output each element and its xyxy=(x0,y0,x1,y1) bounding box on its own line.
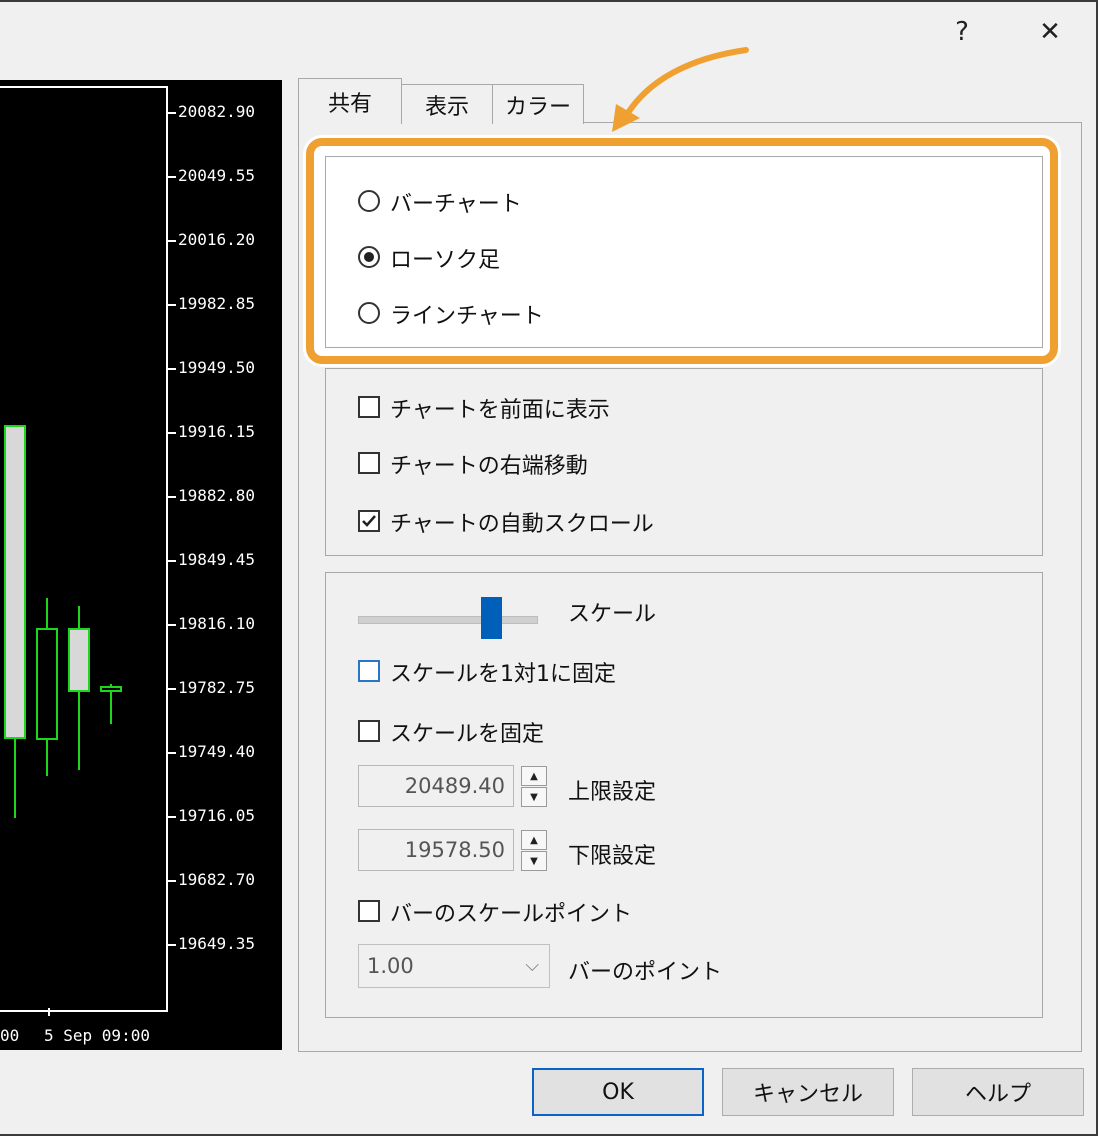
y-axis-label: 19949.50 xyxy=(178,358,256,377)
help-button[interactable]: ヘルプ xyxy=(912,1068,1084,1116)
y-tick xyxy=(166,240,176,242)
y-axis-label: 20082.90 xyxy=(178,102,256,121)
y-axis-label: 19916.15 xyxy=(178,422,256,441)
title-bar: ? ✕ xyxy=(0,2,1096,64)
y-tick xyxy=(166,816,176,818)
y-tick xyxy=(166,752,176,754)
y-tick xyxy=(166,624,176,626)
lower-limit-down-button[interactable]: ▼ xyxy=(521,851,547,871)
upper-limit-input[interactable]: 20489.40 xyxy=(358,765,514,807)
y-axis-label: 19649.35 xyxy=(178,934,256,953)
scale-slider-track[interactable] xyxy=(358,616,538,624)
triangle-up-icon: ▲ xyxy=(530,834,538,846)
checkbox-scale-1to1[interactable] xyxy=(358,660,380,682)
radio-selected-dot xyxy=(364,252,374,262)
radio-bar-chart-label: バーチャート xyxy=(390,192,522,217)
checkbox-bar-scale-point-label: バーのスケールポイント xyxy=(390,902,633,927)
radio-line-chart-label: ラインチャート xyxy=(390,304,544,329)
y-tick xyxy=(166,880,176,882)
checkbox-scale-fix-label: スケールを固定 xyxy=(390,722,545,747)
candle-body xyxy=(100,686,122,692)
lower-limit-label: 下限設定 xyxy=(568,844,657,869)
x-tick xyxy=(48,1008,50,1016)
tab-common[interactable]: 共有 xyxy=(298,78,402,124)
x-axis-label: 5 Sep 09:00 xyxy=(44,1026,150,1045)
y-tick xyxy=(166,176,176,178)
y-axis-label: 19782.75 xyxy=(178,678,256,697)
tab-display[interactable]: 表示 xyxy=(401,84,493,124)
radio-bar-chart[interactable] xyxy=(358,190,380,212)
lower-limit-up-button[interactable]: ▲ xyxy=(521,830,547,850)
y-tick xyxy=(166,304,176,306)
y-axis-label: 20016.20 xyxy=(178,230,256,249)
checkbox-auto-scroll-label: チャートの自動スクロール xyxy=(390,512,654,537)
checkbox-scale-fix[interactable] xyxy=(358,720,380,742)
chart-preview: 20082.90 20049.55 20016.20 19982.85 19949.50… xyxy=(0,80,282,1050)
help-icon[interactable]: ? xyxy=(940,12,984,52)
y-axis-label: 19882.80 xyxy=(178,486,256,505)
bar-point-select[interactable]: 1.00 ⌵ xyxy=(358,944,550,988)
checkbox-scale-1to1-label: スケールを1対1に固定 xyxy=(390,662,616,687)
upper-limit-down-button[interactable]: ▼ xyxy=(521,787,547,807)
checkbox-chart-shift[interactable] xyxy=(358,452,380,474)
candle-wick xyxy=(14,736,16,818)
y-axis-label: 19716.05 xyxy=(178,806,256,825)
triangle-up-icon: ▲ xyxy=(530,770,538,782)
checkbox-chart-shift-label: チャートの右端移動 xyxy=(390,454,588,479)
y-tick xyxy=(166,112,176,114)
upper-limit-up-button[interactable]: ▲ xyxy=(521,766,547,786)
radio-candlestick-label: ローソク足 xyxy=(390,248,501,273)
y-axis-label: 20049.55 xyxy=(178,166,256,185)
y-axis-label: 19816.10 xyxy=(178,614,256,633)
scale-slider-thumb[interactable] xyxy=(481,597,502,639)
candle-body xyxy=(68,628,90,692)
lower-limit-input[interactable]: 19578.50 xyxy=(358,829,514,871)
y-axis-label: 19849.45 xyxy=(178,550,256,569)
y-axis-label: 19682.70 xyxy=(178,870,256,889)
x-axis-label: 00 xyxy=(0,1026,20,1045)
ok-button[interactable]: OK xyxy=(532,1068,704,1116)
y-axis-label: 19982.85 xyxy=(178,294,256,313)
y-tick xyxy=(166,368,176,370)
cancel-button[interactable]: キャンセル xyxy=(722,1068,894,1116)
radio-line-chart[interactable] xyxy=(358,302,380,324)
y-axis-label: 19749.40 xyxy=(178,742,256,761)
chevron-down-icon: ⌵ xyxy=(525,955,539,976)
y-tick xyxy=(166,688,176,690)
tab-color[interactable]: カラー xyxy=(492,84,584,124)
checkbox-chart-foreground-label: チャートを前面に表示 xyxy=(390,398,610,423)
triangle-down-icon: ▼ xyxy=(530,791,538,803)
y-tick xyxy=(166,944,176,946)
scale-label: スケール xyxy=(568,602,657,627)
upper-limit-label: 上限設定 xyxy=(568,780,657,805)
close-icon[interactable]: ✕ xyxy=(1028,12,1072,52)
y-tick xyxy=(166,560,176,562)
candle-body xyxy=(4,425,26,739)
candle-body xyxy=(36,628,58,740)
checkmark-icon xyxy=(362,515,376,527)
annotation-arrow-icon xyxy=(612,47,749,132)
bar-point-value: 1.00 xyxy=(367,954,414,978)
radio-candlestick[interactable] xyxy=(358,246,380,268)
checkbox-bar-scale-point[interactable] xyxy=(358,900,380,922)
checkbox-auto-scroll[interactable] xyxy=(358,510,380,532)
bar-point-label: バーのポイント xyxy=(568,960,723,985)
triangle-down-icon: ▼ xyxy=(530,855,538,867)
y-tick xyxy=(166,496,176,498)
y-tick xyxy=(166,432,176,434)
checkbox-chart-foreground[interactable] xyxy=(358,396,380,418)
